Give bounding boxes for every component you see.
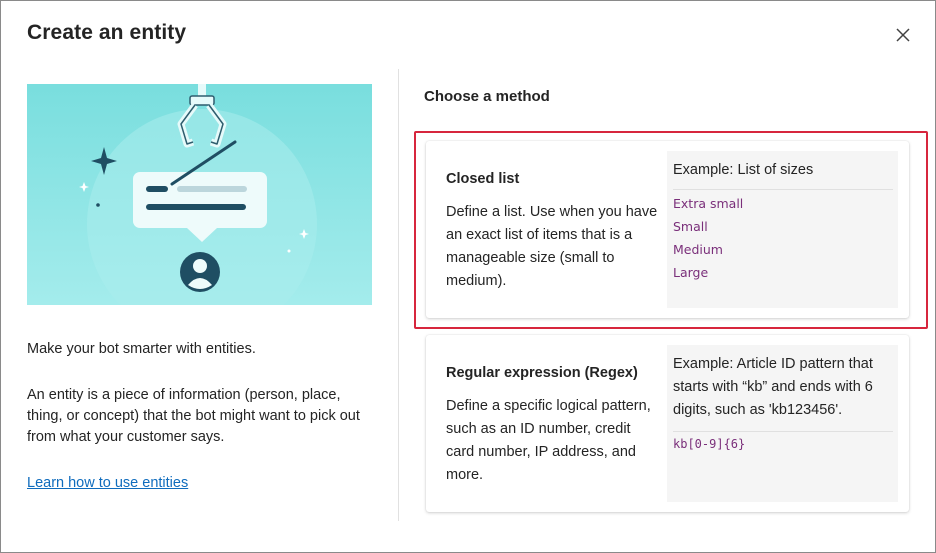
card-description: Define a specific logical pattern, such … — [446, 398, 651, 483]
vertical-divider — [398, 69, 399, 521]
example-item: Large — [673, 265, 709, 280]
entity-description: An entity is a piece of information (per… — [27, 387, 360, 445]
example-heading: Example: List of sizes — [673, 162, 814, 178]
example-pattern: kb[0-9]{6} — [673, 437, 746, 451]
card-title: Regular expression (Regex) — [446, 365, 638, 381]
dialog-title: Create an entity — [27, 21, 187, 44]
example-item: Medium — [673, 242, 723, 257]
example-panel: Example: List of sizes Extra small Small… — [667, 151, 898, 308]
example-item: Small — [673, 219, 708, 234]
example-separator — [673, 431, 893, 432]
example-panel: Example: Article ID pattern that starts … — [667, 345, 898, 502]
learn-entities-link[interactable]: Learn how to use entities — [27, 475, 188, 491]
create-entity-dialog: Create an entity Make your bot smarter w… — [0, 0, 936, 553]
close-icon[interactable] — [891, 23, 915, 47]
card-title: Closed list — [446, 171, 520, 187]
example-heading: Example: Article ID pattern that starts … — [673, 356, 873, 418]
card-description: Define a list. Use when you have an exac… — [446, 204, 658, 289]
example-separator — [673, 189, 893, 190]
regex-option-card[interactable]: Regular expression (Regex) Define a spec… — [426, 335, 909, 512]
choose-method-heading: Choose a method — [424, 88, 550, 105]
closed-list-option-card[interactable]: Closed list Define a list. Use when you … — [426, 141, 909, 318]
example-item: Extra small — [673, 196, 744, 211]
intro-text: Make your bot smarter with entities. — [27, 341, 256, 357]
robot-claw-message-illustration — [27, 84, 372, 305]
